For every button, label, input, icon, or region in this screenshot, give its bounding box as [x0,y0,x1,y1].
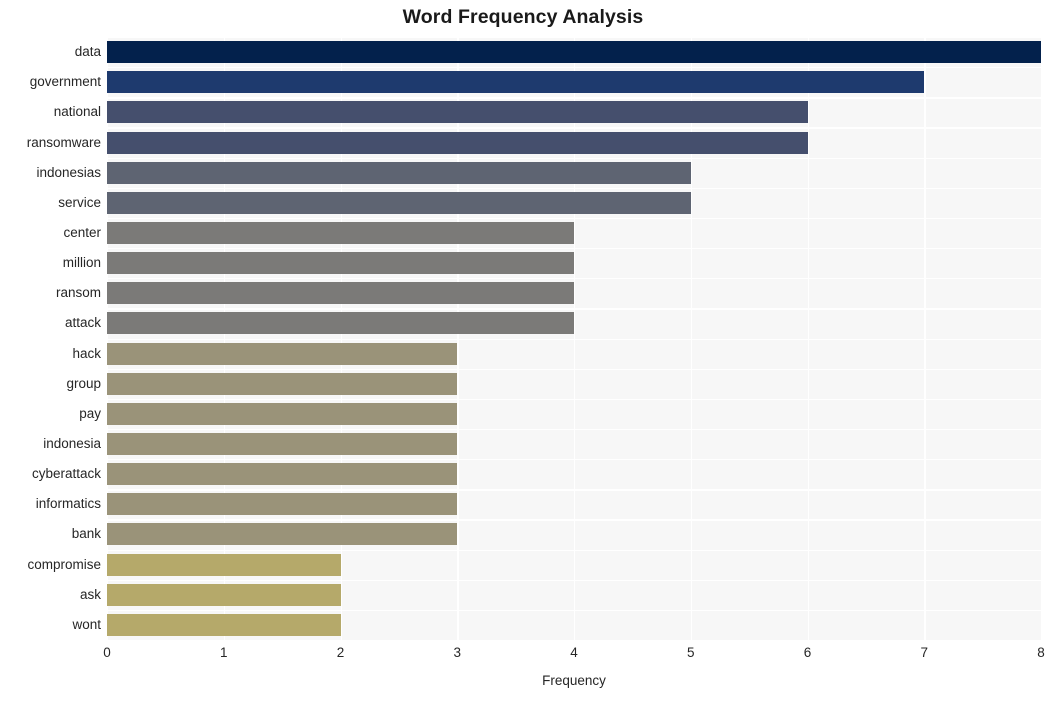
y-gridline [107,368,1041,370]
y-gridline [107,248,1041,250]
y-axis-tick-label: indonesia [43,436,101,452]
x-axis-tick-label: 5 [686,645,695,660]
word-frequency-chart: Word Frequency Analysis data government na… [0,0,1046,701]
y-axis-tick-label: pay [79,405,101,421]
bar [107,553,341,576]
bar [107,191,691,214]
bar [107,493,458,516]
x-axis-tick-label: 3 [453,645,461,660]
y-axis-tick-label: cyberattack [31,466,101,482]
bar [107,101,808,124]
y-axis-tick-label: indonesias [36,164,101,180]
y-axis-tick-label: group [66,375,101,391]
bar [107,252,574,275]
x-axis-tick-label: 8 [1037,645,1045,660]
x-axis-tick-label: 6 [803,645,812,660]
bar [107,523,458,546]
y-gridline [107,127,1041,129]
bar [107,41,1041,64]
y-axis-tick-label: ransomware [26,134,101,150]
y-axis-tick-label: wont [72,616,101,632]
x-axis-tick-label: 7 [920,645,928,660]
y-axis-tick-label: data [74,44,101,60]
bar [107,312,574,335]
y-axis-tick-label: bank [71,526,101,542]
y-axis-tick-label: center [63,224,101,240]
y-gridline [107,278,1041,280]
y-axis-tick-label: informatics [35,496,101,512]
y-gridline [107,187,1041,190]
y-gridline [107,579,1041,581]
y-gridline [107,549,1041,551]
x-axis-tick-labels: 0 1 2 3 4 5 6 7 8 [0,645,1046,667]
bar [107,433,458,456]
y-axis-tick-label: attack [64,315,101,331]
y-gridline [107,37,1041,39]
bar [107,583,341,606]
bar [107,282,574,305]
bar [107,161,691,184]
y-axis-tick-label: government [29,74,101,90]
bar [107,463,458,486]
y-axis-labels: data government national ransomware indonesi… [0,37,101,640]
x-axis-tick-label: 2 [336,645,345,660]
y-gridline [107,217,1041,220]
y-axis-tick-label: million [62,255,101,271]
bar [107,342,458,365]
y-gridline [107,67,1041,69]
y-gridline [107,459,1041,461]
y-gridline [107,428,1041,431]
y-axis-tick-label: compromise [27,556,101,572]
x-axis-title: Frequency [542,673,606,688]
y-axis-tick-label: national [53,104,101,120]
y-axis-tick-label: ransom [55,285,101,301]
y-axis-tick-label: hack [72,345,101,361]
bar [107,71,925,94]
y-gridline [107,338,1041,340]
bar [107,372,458,395]
plot-area [107,37,1041,640]
y-gridline [107,308,1041,310]
bar [107,613,341,636]
chart-title: Word Frequency Analysis [402,6,644,28]
y-axis-tick-label: ask [79,586,101,602]
y-gridline [107,519,1041,521]
bar [107,221,574,244]
y-gridline [107,97,1041,99]
y-gridline [107,609,1041,612]
x-axis-tick-label: 0 [103,645,111,660]
y-axis-tick-label: service [58,194,101,210]
x-axis-tick-label: 1 [219,645,228,660]
y-gridline [107,398,1041,401]
y-gridline [107,157,1041,159]
bar [107,402,458,425]
bar [107,131,808,154]
y-gridline [107,489,1041,491]
x-axis-tick-label: 4 [570,645,578,660]
